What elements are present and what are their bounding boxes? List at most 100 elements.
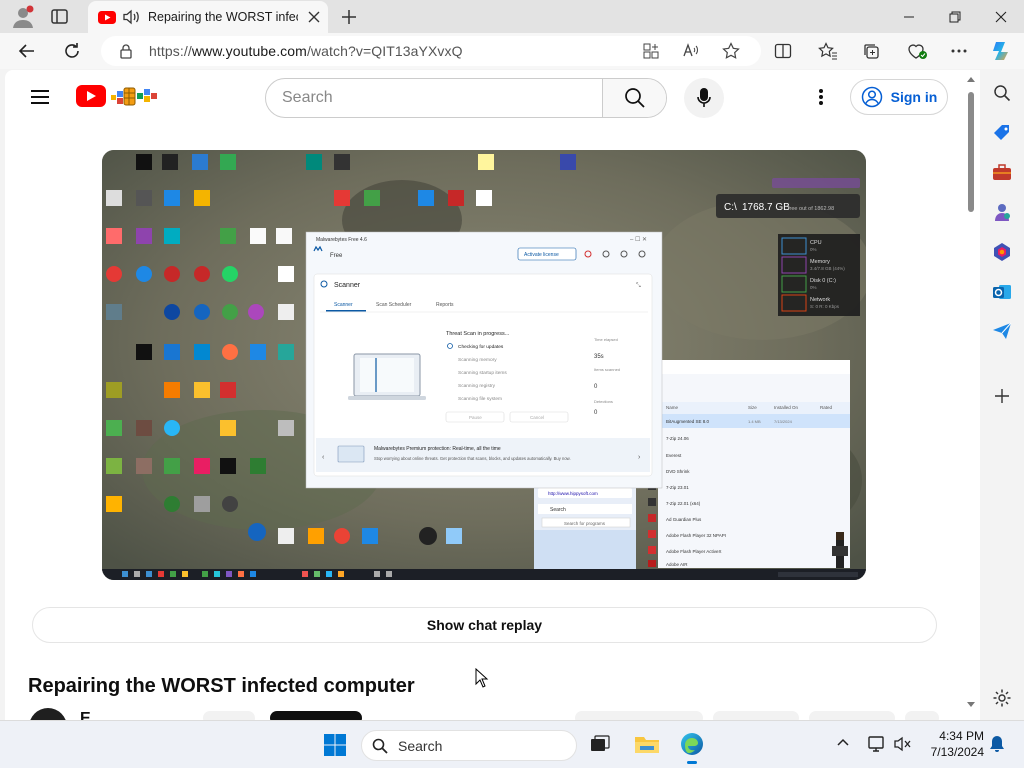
send-drop-icon[interactable] — [992, 322, 1012, 340]
svg-text:Installed On: Installed On — [774, 405, 799, 410]
share-button[interactable] — [713, 711, 799, 720]
windows-start-icon[interactable] — [323, 733, 347, 757]
channel-name[interactable]: E — [80, 710, 91, 720]
lock-icon[interactable] — [119, 43, 133, 59]
svg-text:Adobe Flash Player ActiveX: Adobe Flash Player ActiveX — [666, 549, 722, 554]
svg-text:Search: Search — [550, 507, 566, 513]
svg-text:Malwarebytes Free 4.6: Malwarebytes Free 4.6 — [316, 237, 367, 243]
profile-icon[interactable] — [10, 4, 36, 30]
browser-essentials-icon[interactable] — [906, 41, 928, 61]
app-available-icon[interactable] — [642, 42, 660, 60]
show-chat-replay-button[interactable]: Show chat replay — [32, 607, 937, 643]
svg-text:http://www.hippysoft.com: http://www.hippysoft.com — [548, 491, 598, 496]
show-hidden-icons-chevron-icon[interactable] — [836, 737, 850, 747]
join-button[interactable] — [203, 711, 255, 720]
perf-cpu-name: CPU — [810, 240, 822, 246]
svg-text:BitAugmented SE 8.0: BitAugmented SE 8.0 — [666, 419, 710, 424]
edge-sidebar — [982, 70, 1024, 720]
download-button[interactable] — [809, 711, 895, 720]
sidebar-search-icon[interactable] — [993, 84, 1011, 102]
favorite-star-icon[interactable] — [722, 42, 740, 60]
disk-suffix: free out of 1862.98 — [788, 206, 834, 212]
taskbar-clock[interactable]: 4:34 PM 7/13/2024 — [920, 728, 984, 760]
channel-avatar[interactable] — [29, 708, 67, 720]
svg-text:Stop worrying about online thr: Stop worrying about online threats. Get … — [374, 456, 571, 461]
svg-text:Detections: Detections — [594, 399, 613, 404]
svg-text:Scan Scheduler: Scan Scheduler — [376, 302, 412, 308]
disk-widget: C:\ 1768.7 GB free out of 1862.98 — [716, 194, 860, 218]
video-player[interactable]: C:\ 1768.7 GB free out of 1862.98 CPU 0%… — [102, 150, 866, 580]
svg-text:Adobe Flash Player 32 NPAPI: Adobe Flash Player 32 NPAPI — [666, 533, 726, 538]
svg-text:Threat Scan in progress...: Threat Scan in progress... — [446, 331, 510, 337]
svg-text:35s: 35s — [594, 354, 604, 360]
taskbar-search-icon — [372, 738, 388, 754]
microsoft-365-icon[interactable] — [992, 242, 1012, 262]
svg-text:Ad Guardian Plus: Ad Guardian Plus — [666, 517, 702, 522]
clock-time: 4:34 PM — [939, 729, 984, 743]
perf-memory-value: 3.4/7.8 GB (44%) — [810, 266, 845, 271]
sidebar-settings-gear-icon[interactable] — [992, 688, 1012, 708]
svg-text:7-Zip 24.06: 7-Zip 24.06 — [666, 436, 689, 441]
svg-text:Activate license: Activate license — [524, 252, 559, 258]
favorites-icon[interactable] — [818, 42, 838, 60]
edge-browser-icon[interactable] — [679, 731, 705, 764]
close-window-icon[interactable] — [978, 0, 1024, 33]
restore-icon[interactable] — [932, 0, 978, 33]
svg-text:7/13/2024: 7/13/2024 — [774, 419, 793, 424]
svg-text:– ☐ ✕: – ☐ ✕ — [630, 236, 647, 243]
disk-free: 1768.7 GB — [742, 202, 790, 213]
subscribe-button[interactable] — [270, 711, 362, 720]
more-actions-button[interactable] — [905, 711, 939, 720]
taskbar-search-box[interactable]: Search — [361, 730, 577, 761]
collections-icon[interactable] — [862, 42, 880, 60]
svg-text:Scanning startup items: Scanning startup items — [458, 370, 507, 376]
notification-bell-icon[interactable] — [989, 735, 1005, 753]
perf-network-value: S: 0 R: 0 Kbps — [810, 304, 840, 309]
hamburger-menu-icon[interactable] — [30, 89, 50, 105]
svg-text:Rated: Rated — [820, 405, 833, 410]
youtube-search-input[interactable]: Search — [266, 89, 602, 107]
tab-actions-icon[interactable] — [50, 8, 70, 26]
tools-briefcase-icon[interactable] — [992, 163, 1012, 181]
search-button[interactable] — [602, 79, 666, 117]
youtube-search-box[interactable]: Search — [265, 78, 667, 118]
outlook-icon[interactable] — [992, 282, 1012, 302]
microphone-icon — [697, 88, 711, 107]
browser-panel: http://www.hippysoft.com Search Search f… — [534, 484, 636, 572]
like-dislike-button[interactable] — [575, 711, 703, 720]
account-icon — [861, 86, 882, 108]
youtube-logo-icon[interactable] — [75, 83, 163, 111]
speaker-icon[interactable] — [122, 9, 140, 25]
sign-in-label: Sign in — [890, 89, 938, 105]
sign-in-button[interactable]: Sign in — [850, 79, 948, 115]
voice-search-button[interactable] — [684, 78, 724, 118]
settings-dots-icon[interactable] — [818, 88, 824, 106]
more-menu-icon[interactable] — [950, 44, 968, 58]
taskbar-search-placeholder: Search — [398, 737, 443, 754]
svg-text:7-Zip 22.01 (x64): 7-Zip 22.01 (x64) — [666, 501, 701, 506]
minimize-icon[interactable] — [886, 0, 932, 33]
perf-network-name: Network — [810, 297, 830, 303]
add-sidebar-app-icon[interactable] — [994, 388, 1010, 404]
games-icon[interactable] — [992, 202, 1012, 222]
url-text: https://www.youtube.com/watch?v=QIT13aYX… — [149, 43, 463, 59]
refresh-icon[interactable] — [62, 41, 82, 61]
close-tab-icon[interactable] — [308, 11, 320, 23]
file-explorer-icon[interactable] — [634, 733, 660, 755]
copilot-icon[interactable] — [990, 39, 1014, 63]
address-bar[interactable]: https://www.youtube.com/watch?v=QIT13aYX… — [101, 36, 761, 66]
svg-text:⤡: ⤡ — [636, 282, 641, 289]
task-view-icon[interactable] — [589, 733, 611, 755]
read-aloud-icon[interactable] — [682, 42, 700, 60]
new-tab-icon[interactable] — [339, 7, 359, 27]
volume-muted-icon[interactable] — [893, 734, 913, 754]
back-icon[interactable] — [17, 41, 37, 61]
programs-window: Name Size Installed On Rated BitAugmente… — [648, 360, 850, 568]
shopping-tag-icon[interactable] — [992, 123, 1012, 143]
page-scrollbar[interactable] — [965, 72, 977, 716]
tab-youtube-video[interactable]: Repairing the WORST infect — [88, 1, 328, 33]
video-frame: C:\ 1768.7 GB free out of 1862.98 CPU 0%… — [102, 150, 866, 580]
mouse-cursor-icon — [475, 668, 489, 688]
split-screen-icon[interactable] — [774, 42, 792, 60]
network-icon[interactable] — [866, 734, 886, 754]
